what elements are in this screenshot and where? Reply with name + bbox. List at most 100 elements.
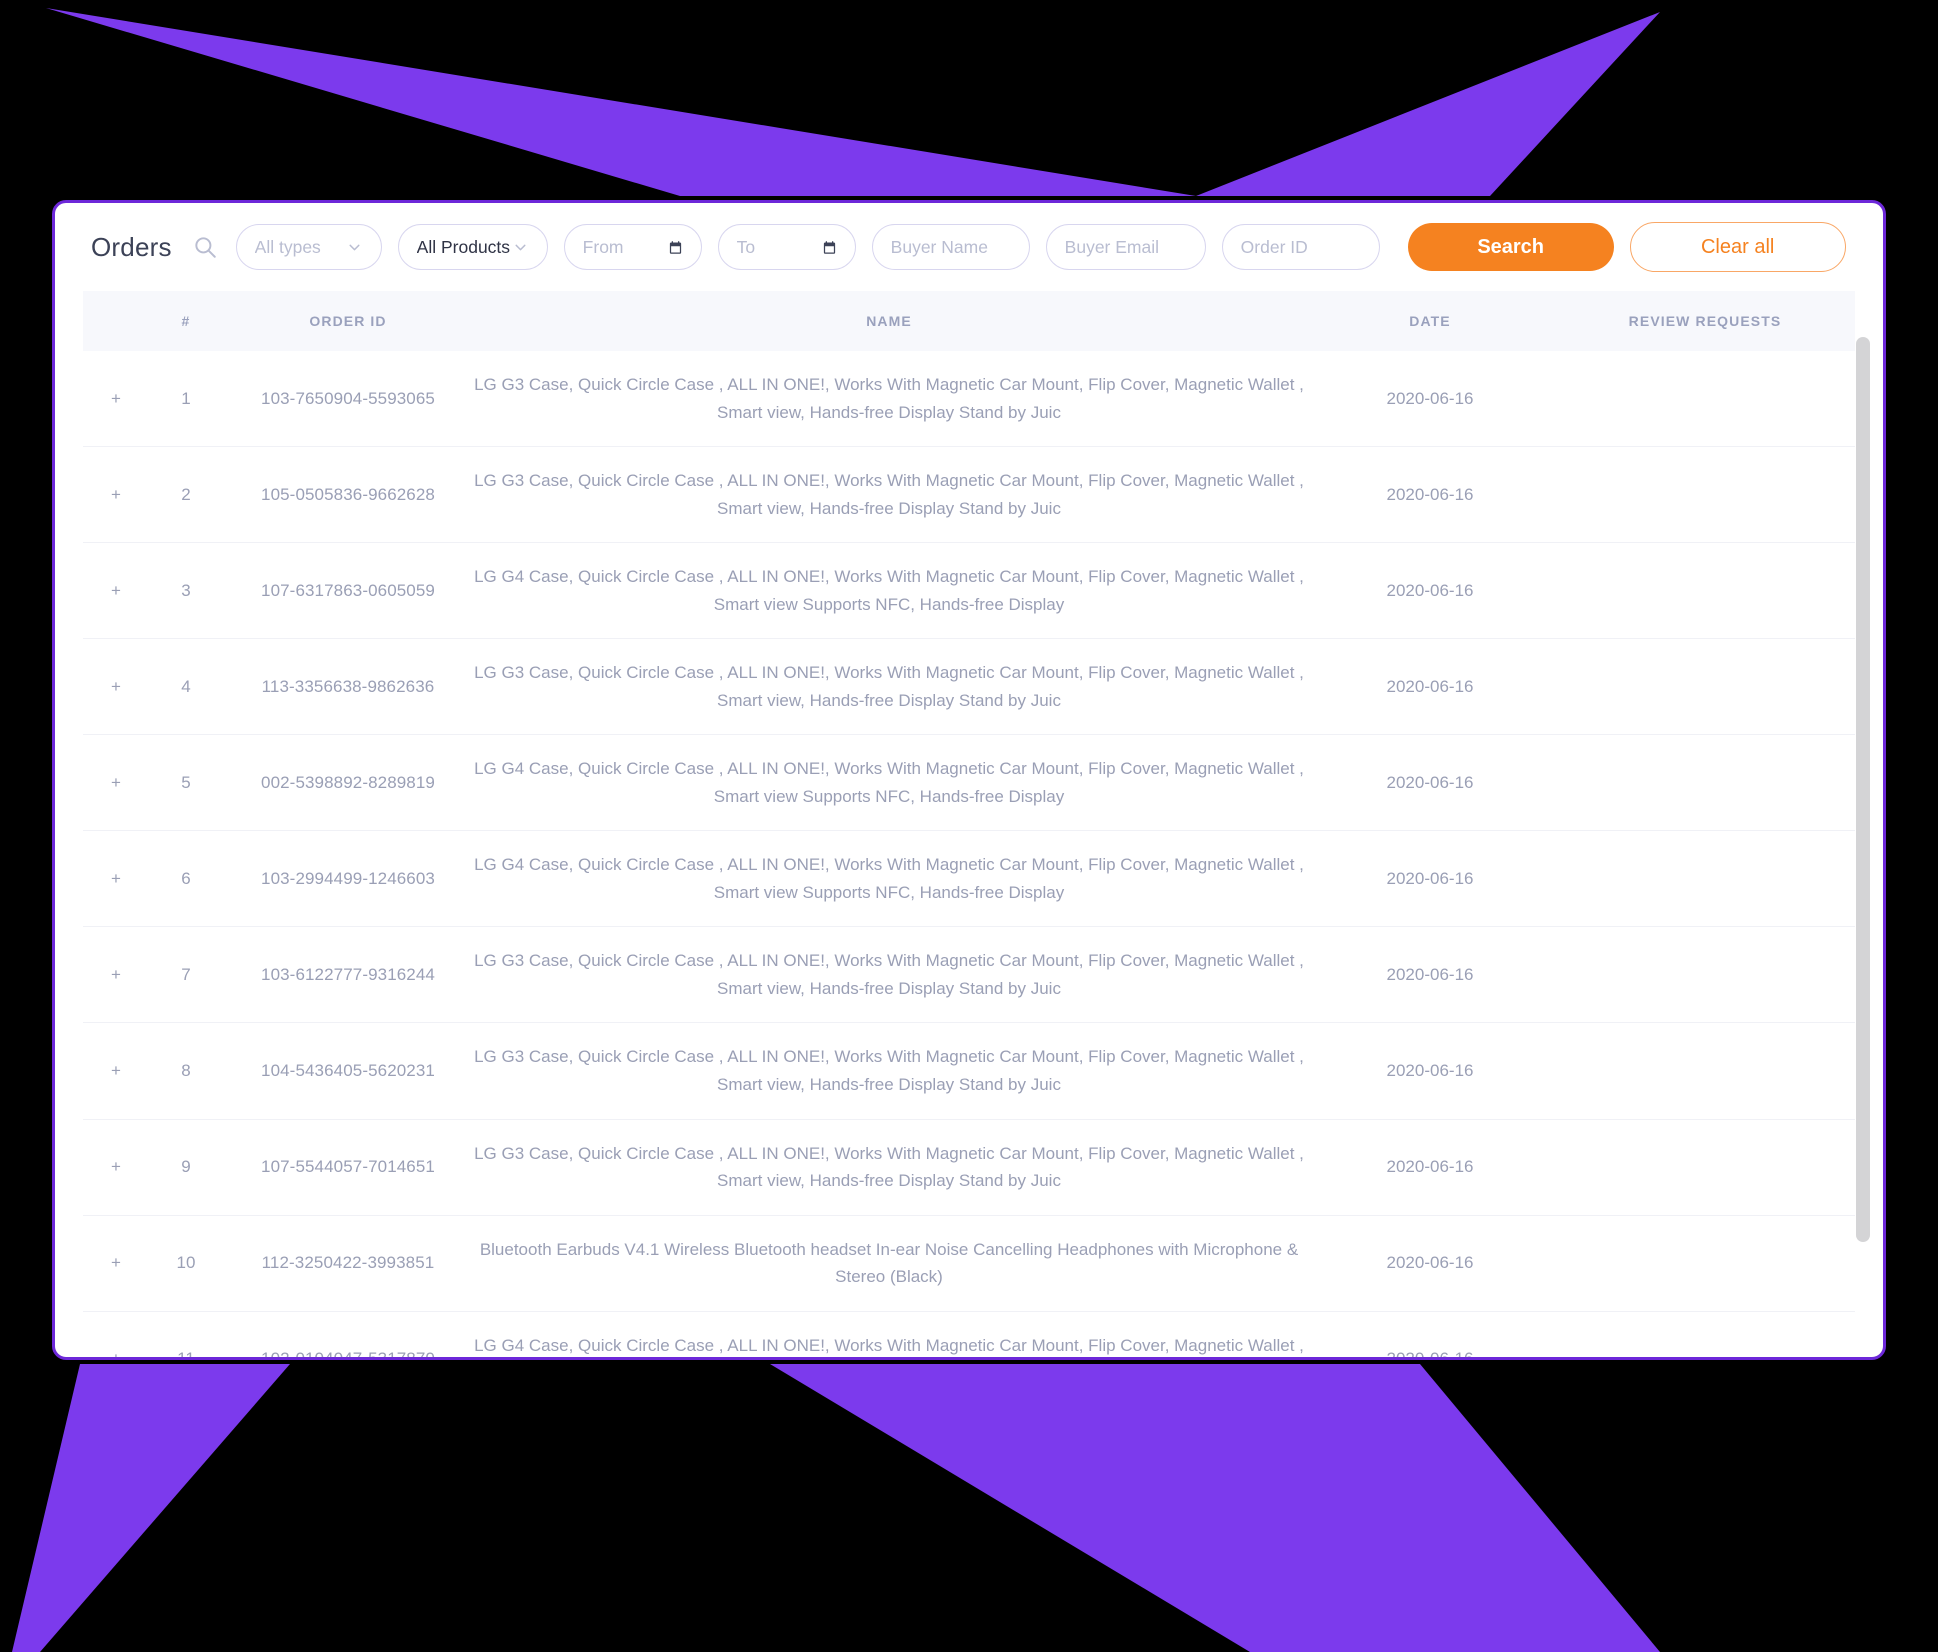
- table-row[interactable]: +10 112-3250422-3993851 Bluetooth Earbuds …: [83, 1215, 1855, 1312]
- page-title: Orders: [91, 231, 172, 262]
- purple-triangle-bottom-left: [12, 1364, 290, 1652]
- buyer-name-input[interactable]: Buyer Name: [871, 224, 1030, 270]
- row-review-requests: [1555, 1215, 1855, 1312]
- row-date: 2020-06-16: [1305, 542, 1555, 640]
- row-expander-button[interactable]: +: [83, 1119, 149, 1216]
- calendar-icon[interactable]: [668, 240, 683, 255]
- row-index: 6: [149, 830, 223, 928]
- row-order-id: 002-5398892-8289819: [223, 734, 473, 832]
- row-date: 2020-06-16: [1305, 1119, 1555, 1216]
- row-product-name: LG G3 Case, Quick Circle Case , ALL IN O…: [473, 1119, 1305, 1216]
- column-header-name[interactable]: NAME: [473, 291, 1305, 351]
- row-order-id: 107-5544057-7014651: [223, 1119, 473, 1216]
- row-index: 8: [149, 1022, 223, 1120]
- type-select-value: All types: [254, 236, 321, 257]
- row-expander-button[interactable]: +: [83, 542, 149, 640]
- row-review-requests: [1555, 542, 1855, 640]
- table-row[interactable]: +2 105-0505836-9662628 LG G3 Case, Quick C…: [83, 446, 1855, 544]
- row-expander-button[interactable]: +: [83, 638, 149, 736]
- row-order-id: 102-0104047-5317870: [223, 1311, 473, 1357]
- product-select[interactable]: All Products: [397, 224, 548, 270]
- row-expander-button[interactable]: +: [83, 830, 149, 928]
- buyer-email-placeholder: Buyer Email: [1064, 236, 1160, 257]
- row-order-id: 113-3356638-9862636: [223, 638, 473, 736]
- row-expander-button[interactable]: +: [83, 1311, 149, 1357]
- row-order-id: 107-6317863-0605059: [223, 542, 473, 640]
- filter-toolbar: Orders All types All Products From To Bu…: [55, 203, 1883, 291]
- row-index: 1: [149, 351, 223, 448]
- orders-table-head: # ORDER ID NAME DATE REVIEW REQUESTS: [83, 291, 1855, 351]
- row-date: 2020-06-16: [1305, 1311, 1555, 1357]
- row-order-id: 112-3250422-3993851: [223, 1215, 473, 1312]
- row-expander-button[interactable]: +: [83, 734, 149, 832]
- row-expander-button[interactable]: +: [83, 926, 149, 1024]
- chevron-down-icon: [346, 239, 363, 256]
- buyer-name-placeholder: Buyer Name: [890, 236, 988, 257]
- table-row[interactable]: +6 103-2994499-1246603 LG G4 Case, Quick C…: [83, 830, 1855, 928]
- order-id-input[interactable]: Order ID: [1221, 224, 1380, 270]
- row-review-requests: [1555, 1311, 1855, 1357]
- row-index: 7: [149, 926, 223, 1024]
- column-header-index[interactable]: #: [149, 291, 223, 351]
- table-row[interactable]: +3 107-6317863-0605059 LG G4 Case, Quick C…: [83, 542, 1855, 640]
- purple-triangle-bottom-center: [770, 1364, 1660, 1652]
- purple-triangle-top-right: [1196, 12, 1660, 196]
- row-index: 4: [149, 638, 223, 736]
- row-order-id: 103-7650904-5593065: [223, 351, 473, 448]
- row-product-name: LG G3 Case, Quick Circle Case , ALL IN O…: [473, 446, 1305, 544]
- date-to-input[interactable]: To: [717, 224, 856, 270]
- table-scrollbar-thumb[interactable]: [1856, 337, 1870, 1242]
- row-product-name: LG G4 Case, Quick Circle Case , ALL IN O…: [473, 542, 1305, 640]
- table-row[interactable]: +7 103-6122777-9316244 LG G3 Case, Quick C…: [83, 926, 1855, 1024]
- search-button[interactable]: Search: [1407, 223, 1614, 271]
- table-row[interactable]: +1 103-7650904-5593065 LG G3 Case, Quick C…: [83, 351, 1855, 448]
- clear-all-button[interactable]: Clear all: [1629, 222, 1846, 272]
- row-order-id: 103-2994499-1246603: [223, 830, 473, 928]
- row-review-requests: [1555, 926, 1855, 1024]
- date-from-input[interactable]: From: [563, 224, 702, 270]
- table-row[interactable]: +11 102-0104047-5317870 LG G4 Case, Quick …: [83, 1311, 1855, 1357]
- table-scrollbar[interactable]: [1855, 337, 1871, 1357]
- row-expander-button[interactable]: +: [83, 1022, 149, 1120]
- row-product-name: LG G3 Case, Quick Circle Case , ALL IN O…: [473, 351, 1305, 448]
- row-review-requests: [1555, 1022, 1855, 1120]
- row-review-requests: [1555, 734, 1855, 832]
- row-index: 10: [149, 1215, 223, 1312]
- column-header-expander: [83, 291, 149, 351]
- search-icon[interactable]: [192, 234, 218, 260]
- column-header-order-id[interactable]: ORDER ID: [223, 291, 473, 351]
- row-date: 2020-06-16: [1305, 446, 1555, 544]
- row-product-name: LG G3 Case, Quick Circle Case , ALL IN O…: [473, 638, 1305, 736]
- row-product-name: LG G4 Case, Quick Circle Case , ALL IN O…: [473, 830, 1305, 928]
- row-product-name: LG G3 Case, Quick Circle Case , ALL IN O…: [473, 926, 1305, 1024]
- row-product-name: LG G3 Case, Quick Circle Case , ALL IN O…: [473, 1022, 1305, 1120]
- row-index: 9: [149, 1119, 223, 1216]
- row-date: 2020-06-16: [1305, 1215, 1555, 1312]
- purple-triangle-top-left: [46, 8, 1196, 196]
- row-product-name: LG G4 Case, Quick Circle Case , ALL IN O…: [473, 1311, 1305, 1357]
- row-date: 2020-06-16: [1305, 1022, 1555, 1120]
- row-order-id: 105-0505836-9662628: [223, 446, 473, 544]
- calendar-icon[interactable]: [822, 240, 837, 255]
- table-row[interactable]: +9 107-5544057-7014651 LG G3 Case, Quick C…: [83, 1119, 1855, 1216]
- buyer-email-input[interactable]: Buyer Email: [1045, 224, 1206, 270]
- row-product-name: LG G4 Case, Quick Circle Case , ALL IN O…: [473, 734, 1305, 832]
- row-product-name: Bluetooth Earbuds V4.1 Wireless Bluetoot…: [473, 1215, 1305, 1312]
- row-expander-button[interactable]: +: [83, 1215, 149, 1312]
- date-from-placeholder: From: [582, 236, 624, 257]
- table-row[interactable]: +4 113-3356638-9862636 LG G3 Case, Quick C…: [83, 638, 1855, 736]
- type-select[interactable]: All types: [235, 224, 382, 270]
- orders-panel: Orders All types All Products From To Bu…: [52, 200, 1886, 1360]
- row-review-requests: [1555, 638, 1855, 736]
- table-row[interactable]: +8 104-5436405-5620231 LG G3 Case, Quick C…: [83, 1022, 1855, 1120]
- column-header-review-requests[interactable]: REVIEW REQUESTS: [1555, 291, 1855, 351]
- row-index: 5: [149, 734, 223, 832]
- table-header-row: # ORDER ID NAME DATE REVIEW REQUESTS: [83, 291, 1855, 351]
- table-row[interactable]: +5 002-5398892-8289819 LG G4 Case, Quick C…: [83, 734, 1855, 832]
- row-date: 2020-06-16: [1305, 926, 1555, 1024]
- row-index: 2: [149, 446, 223, 544]
- row-expander-button[interactable]: +: [83, 446, 149, 544]
- column-header-date[interactable]: DATE: [1305, 291, 1555, 351]
- row-index: 11: [149, 1311, 223, 1357]
- row-expander-button[interactable]: +: [83, 351, 149, 448]
